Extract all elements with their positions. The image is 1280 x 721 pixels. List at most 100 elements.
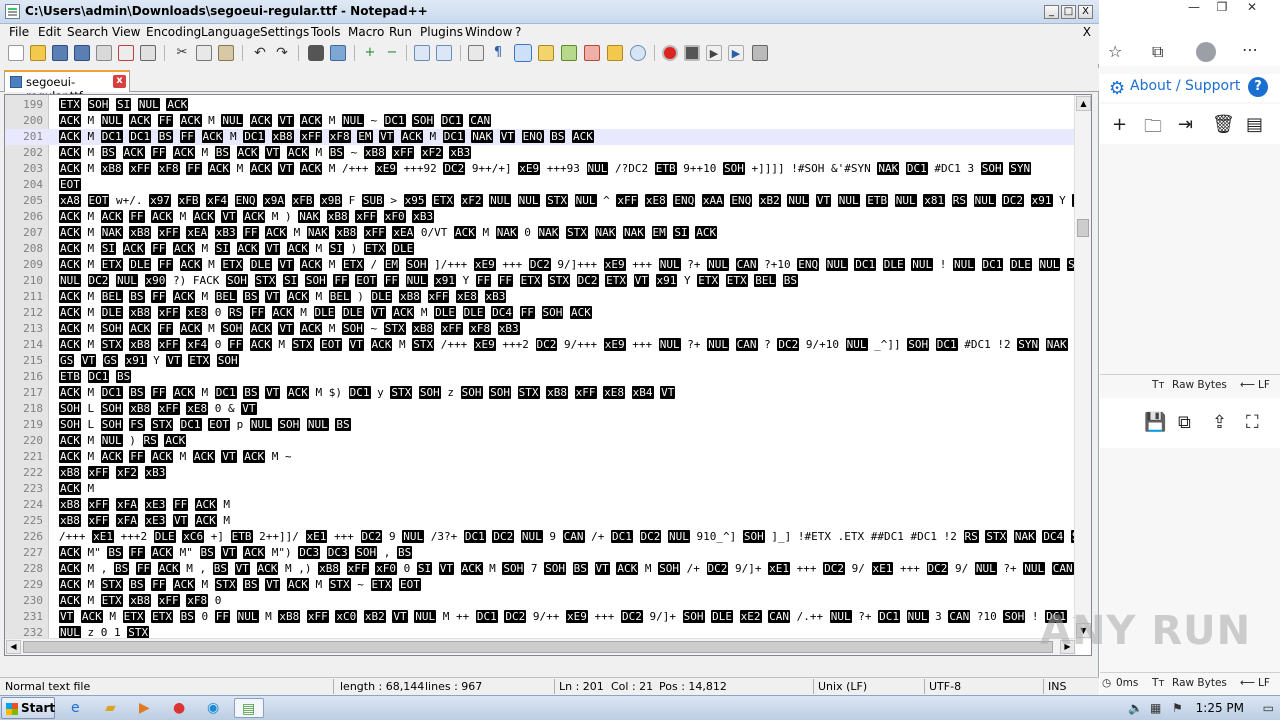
save-icon[interactable] [52, 45, 68, 61]
browser-minimize-icon[interactable]: — [1180, 0, 1208, 18]
zoom-in-icon[interactable]: + [362, 45, 378, 61]
open-external-icon[interactable]: ⇪ [1212, 412, 1227, 433]
editor-line[interactable]: 206 ACK M ACK FF ACK M ACK VT ACK M ) NAK… [5, 209, 1075, 225]
sync-horizontal-icon[interactable] [436, 45, 452, 61]
indent-guide-icon[interactable] [514, 44, 532, 62]
save-all-icon[interactable] [74, 45, 90, 61]
delete-icon[interactable]: 🗑 [1212, 114, 1235, 135]
editor-line[interactable]: 200 ACK M NUL ACK FF ACK M NUL ACK VT ACK… [5, 113, 1075, 129]
start-button[interactable]: Start [1, 697, 55, 719]
menu-tools[interactable]: Tools [311, 25, 341, 39]
maximize-button[interactable]: □ [1061, 5, 1076, 19]
editor-line[interactable]: 214 ACK M STX xB8 xFF xF4 0 FF ACK M STX … [5, 337, 1091, 353]
editor-line[interactable]: 227 ACK M" BS FF ACK M" BS VT ACK M") DC3… [5, 545, 1075, 561]
clock[interactable]: 1:25 PM [1196, 701, 1244, 715]
editor-line[interactable]: 230 ACK M ETX xB8 xFF xF8 0 [5, 593, 1075, 609]
text-format-icon[interactable]: Tт [1152, 379, 1165, 391]
stop-recording-icon[interactable] [684, 45, 700, 61]
save-macro-icon[interactable] [752, 45, 768, 61]
menu-file[interactable]: File [9, 25, 29, 39]
menu-encoding[interactable]: Encoding [146, 25, 201, 39]
new-file-icon[interactable] [8, 45, 24, 61]
editor-line[interactable]: 217 ACK M DC1 BS FF ACK M DC1 BS VT ACK M… [5, 385, 1075, 401]
record-macro-icon[interactable] [662, 45, 678, 61]
vertical-scrollbar[interactable]: ▲ ▼ [1074, 95, 1091, 639]
undo-icon[interactable]: ↶ [252, 45, 268, 61]
close-document-x[interactable]: X [1083, 25, 1091, 39]
editor-line[interactable]: 212 ACK M DLE xB8 xFF xE8 0 RS FF ACK M D… [5, 305, 1075, 321]
network-icon[interactable]: ▦ [1150, 701, 1161, 715]
notepadpp-taskbar-icon[interactable]: ▤ [234, 698, 264, 718]
help-icon[interactable]: ? [1248, 77, 1268, 97]
sync-vertical-icon[interactable] [414, 45, 430, 61]
editor-line[interactable]: 224 xB8 xFF xFA xE3 FF ACK M [5, 497, 1075, 513]
editor-line[interactable]: 205 xA8 EOT w+/. x97 xFB xF4 ENQ x9A xFB … [5, 193, 1091, 209]
copy-icon[interactable] [196, 45, 212, 61]
menu-edit[interactable]: Edit [38, 25, 61, 39]
print-icon[interactable] [140, 45, 156, 61]
close-window-button[interactable]: X [1078, 5, 1093, 19]
editor-line[interactable]: 199 ETX SOH SI NUL ACK [5, 97, 1075, 113]
cut-icon[interactable]: ✂ [174, 45, 190, 61]
close-all-icon[interactable] [118, 45, 134, 61]
playback-macro-icon[interactable]: ▶ [706, 45, 722, 61]
text-format-icon[interactable]: Tт [1152, 677, 1165, 689]
editor-line[interactable]: 209 ACK M ETX DLE FF ACK M ETX DLE VT ACK… [5, 257, 1089, 273]
editor-line[interactable]: 203 ACK M xB8 xFF xF8 FF ACK M ACK VT ACK… [5, 161, 1075, 177]
menu-macro[interactable]: Macro [348, 25, 384, 39]
import-icon[interactable]: ⇥ [1178, 114, 1193, 135]
editor-line[interactable]: 221 ACK M ACK FF ACK M ACK VT ACK M ~ [5, 449, 1075, 465]
editor-line[interactable]: 215 GS VT GS x91 Y VT ETX SOH [5, 353, 1075, 369]
show-all-chars-icon[interactable]: ¶ [490, 45, 506, 61]
save-icon[interactable]: 💾 [1144, 412, 1166, 433]
browser-close-icon[interactable]: ✕ [1238, 0, 1266, 18]
copy-icon[interactable]: ⧉ [1178, 412, 1191, 433]
word-wrap-icon[interactable] [468, 45, 484, 61]
folder-icon[interactable]: 🗀 [1144, 114, 1162, 144]
monitoring-icon[interactable] [630, 45, 646, 61]
define-language-icon[interactable] [538, 45, 554, 61]
editor-line[interactable]: 219 SOH L SOH FS STX DC1 EOT p NUL SOH NU… [5, 417, 1075, 433]
menu-plugins[interactable]: Plugins [420, 25, 463, 39]
menu-view[interactable]: View [112, 25, 140, 39]
redo-icon[interactable]: ↷ [274, 45, 290, 61]
editor-line[interactable]: 220 ACK M NUL ) RS ACK [5, 433, 1075, 449]
media-player-icon[interactable]: ▶ [132, 698, 162, 718]
scroll-left-icon[interactable]: ◀ [6, 640, 21, 654]
horizontal-scroll-thumb[interactable] [23, 641, 1053, 653]
editor-line[interactable]: 204 EOT [5, 177, 1075, 193]
favorites-icon[interactable]: ☆ [1108, 42, 1122, 61]
collections-icon[interactable]: ⧉ [1152, 42, 1163, 62]
raw-bytes-label[interactable]: Raw Bytes [1172, 677, 1227, 689]
editor-line[interactable]: 208 ACK M SI ACK FF ACK M SI ACK VT ACK M… [5, 241, 1075, 257]
zoom-out-icon[interactable]: − [384, 45, 400, 61]
fullscreen-icon[interactable]: ⛶ [1246, 412, 1259, 433]
editor-line[interactable]: 223 ACK M [5, 481, 1075, 497]
editor-line[interactable]: 210 NUL DC2 NUL x90 ?) FACK SOH STX SI SO… [5, 273, 1075, 289]
editor-line[interactable]: 222 xB8 xFF xF2 xB3 [5, 465, 1075, 481]
editor-line[interactable]: 207 ACK M NAK xB8 xFF xEA xB3 FF ACK M NA… [5, 225, 1075, 241]
editor-line[interactable]: 229 ACK M STX BS FF ACK M STX BS VT ACK M… [5, 577, 1075, 593]
paste-icon[interactable] [218, 45, 234, 61]
vertical-scroll-thumb[interactable] [1077, 219, 1089, 237]
about-support-link[interactable]: ⚙ About / Support ? [1100, 74, 1280, 102]
editor-line[interactable]: 225 xB8 xFF xFA xE3 VT ACK M [5, 513, 1075, 529]
edge-icon[interactable]: ◉ [200, 698, 230, 718]
menu-settings[interactable]: Settings [260, 25, 309, 39]
volume-icon[interactable]: 🔈 [1128, 701, 1143, 715]
close-file-icon[interactable] [96, 45, 112, 61]
document-map-icon[interactable] [561, 45, 577, 61]
editor-line[interactable]: 228 ACK M , BS FF ACK M , BS VT ACK M ,) … [5, 561, 1091, 577]
horizontal-scrollbar[interactable]: ◀ ▶ [5, 638, 1076, 655]
file-explorer-icon[interactable]: ▰ [98, 698, 128, 718]
line-ending-label[interactable]: LF [1258, 379, 1270, 391]
editor-line[interactable]: 216 ETB DC1 BS [5, 369, 1075, 385]
function-list-icon[interactable] [584, 45, 600, 61]
tab-close-button[interactable]: x [113, 75, 126, 88]
chrome-icon[interactable]: ● [166, 698, 196, 718]
editor-line[interactable]: 213 ACK M SOH ACK FF ACK M SOH ACK VT ACK… [5, 321, 1075, 337]
folder-workspace-icon[interactable] [607, 45, 623, 61]
scroll-up-icon[interactable]: ▲ [1076, 96, 1091, 111]
run-macro-multiple-icon[interactable]: ▶ [728, 45, 744, 61]
editor-line[interactable]: 218 SOH L SOH xB8 xFF xE8 0 & VT [5, 401, 1075, 417]
